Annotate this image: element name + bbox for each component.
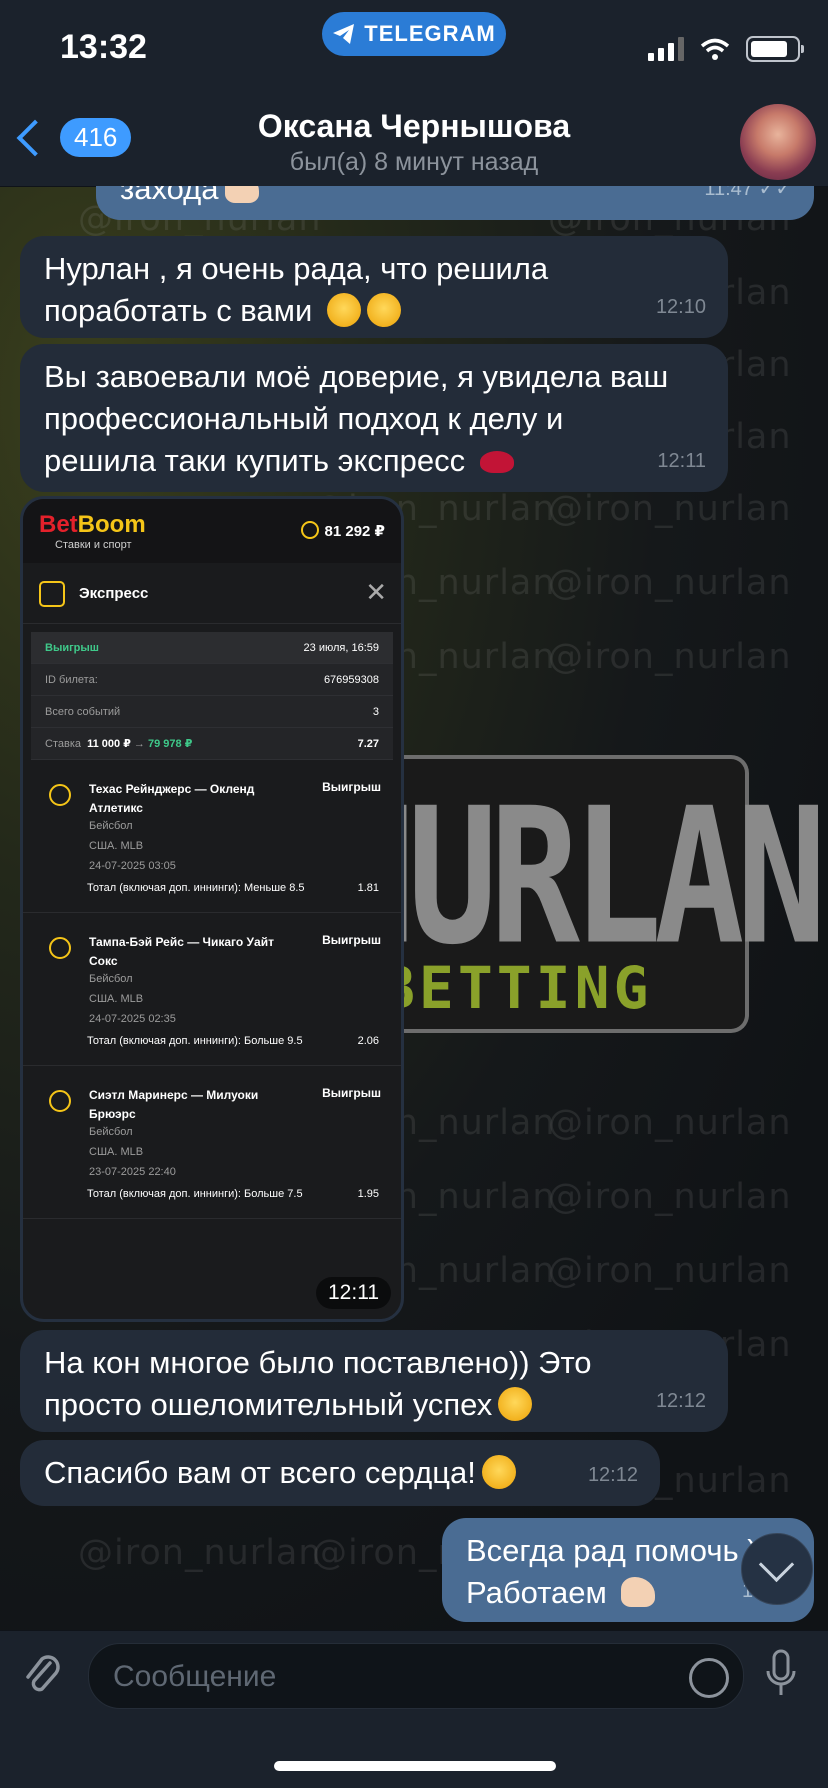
image-message-betslip[interactable]: BetBoom Ставки и спорт 81 292 ₽ Экспресс… — [20, 496, 404, 1322]
message-time: 12:12 — [655, 1390, 706, 1412]
wifi-icon — [700, 38, 730, 60]
watermark-handle: @iron_nurlan — [78, 1533, 322, 1573]
message-time: 12:11 — [657, 450, 706, 472]
watermark-handle: @iron_nurlan — [548, 1103, 792, 1143]
sticker-icon[interactable] — [689, 1658, 729, 1698]
message-text: решила таки купить экспресс — [44, 443, 466, 478]
chat-header-overlay: 416 Оксана Чернышова был(а) 8 минут наза… — [0, 100, 828, 186]
message-time: 12:11 — [316, 1277, 391, 1309]
microphone-icon[interactable] — [766, 1649, 796, 1699]
message-text: просто ошеломительный успех — [44, 1387, 493, 1422]
bookmaker-logo: BetBoom — [39, 511, 146, 538]
close-icon: ✕ — [365, 577, 387, 607]
summary-row: Всего событий 3 — [31, 696, 393, 728]
message-time: 12:10 — [655, 296, 706, 318]
message-text: профессиональный подход к делу и — [44, 401, 564, 436]
balance: 81 292 ₽ — [300, 521, 385, 540]
bookmaker-tagline: Ставки и спорт — [55, 539, 132, 551]
watermark-handle: @iron_nurlan — [548, 1177, 792, 1217]
message-text: Нурлан , я очень рада, что решила — [44, 251, 549, 286]
message-text: На кон многое было поставлено)) Это — [44, 1345, 592, 1380]
watermark-logo-subtitle: BETTING — [380, 954, 653, 1022]
home-indicator — [274, 1761, 556, 1771]
kiss-mark-emoji-icon — [479, 451, 514, 473]
baseball-icon — [49, 937, 71, 959]
watermark-handle: @iron_nurlan — [548, 563, 792, 603]
message-bubble-incoming[interactable]: Нурлан , я очень рада, что решила порабо… — [20, 236, 728, 338]
scroll-to-bottom-button[interactable] — [741, 1533, 813, 1605]
signal-icon — [648, 37, 684, 61]
bet-event: Тампа-Бэй Рейс — Чикаго Уайт Сокс Выигры… — [23, 913, 401, 1066]
message-text: поработать с вами — [44, 293, 313, 328]
baseball-icon — [49, 784, 71, 806]
flexed-biceps-emoji-icon — [621, 1577, 656, 1607]
summary-row: Выигрыш 23 июля, 16:59 — [31, 632, 393, 664]
receipt-icon — [39, 581, 65, 607]
message-bubble-incoming[interactable]: Вы завоевали моё доверие, я увидела ваш … — [20, 344, 728, 492]
chat-title[interactable]: Оксана Чернышова — [0, 108, 828, 145]
message-text: Вы завоевали моё доверие, я увидела ваш — [44, 359, 669, 394]
betslip-topbar: BetBoom Ставки и спорт 81 292 ₽ — [23, 499, 401, 563]
smiling-face-emoji-icon — [366, 293, 401, 327]
status-time: 13:32 — [60, 28, 147, 66]
betslip-summary: Выигрыш 23 июля, 16:59 ID билета: 67695930… — [31, 632, 393, 760]
coin-icon — [300, 521, 319, 539]
avatar[interactable] — [740, 104, 816, 180]
bet-event: Сиэтл Маринерс — Милуоки Брюэрс Выигрыш … — [23, 1066, 401, 1219]
watermark-handle: @iron_nurlan — [548, 489, 792, 529]
watermark-handle: @iron_nurlan — [548, 637, 792, 677]
battery-icon — [746, 36, 804, 62]
message-bubble-incoming[interactable]: Спасибо вам от всего сердца! 12:12 — [20, 1440, 660, 1506]
baseball-icon — [49, 1090, 71, 1112]
smiling-face-emoji-icon — [326, 293, 361, 327]
heart-eyes-emoji-icon — [498, 1387, 533, 1421]
message-text: Работаем — [466, 1575, 607, 1610]
paperclip-icon[interactable] — [22, 1651, 62, 1699]
summary-row: Ставка 11 000 ₽ → 79 978 ₽7.27 — [31, 728, 393, 760]
chevron-down-icon — [758, 1546, 795, 1583]
message-text: Спасибо вам от всего сердца! — [44, 1455, 476, 1490]
message-bubble-incoming[interactable]: На кон многое было поставлено)) Это прос… — [20, 1330, 728, 1432]
telegram-pill-label: TELEGRAM — [364, 21, 496, 46]
message-input[interactable]: Сообщение — [88, 1643, 744, 1709]
face-blowing-kiss-emoji-icon — [481, 1455, 516, 1489]
summary-row: ID билета: 676959308 — [31, 664, 393, 696]
watermark-handle: @iron_nurlan — [548, 1251, 792, 1291]
message-input-placeholder: Сообщение — [113, 1660, 277, 1693]
status-icons — [648, 36, 804, 62]
telegram-icon — [333, 24, 355, 44]
message-time: 12:12 — [587, 1464, 638, 1486]
chat-last-seen: был(а) 8 минут назад — [289, 148, 539, 176]
bet-event: Техас Рейнджерс — Окленд Атлетикс Выигры… — [23, 760, 401, 913]
betslip-header: Экспресс ✕ — [23, 563, 401, 624]
status-bar: 13:32 TELEGRAM — [0, 0, 828, 100]
betslip-title: Экспресс — [79, 585, 149, 602]
telegram-pill[interactable]: TELEGRAM — [322, 12, 506, 56]
